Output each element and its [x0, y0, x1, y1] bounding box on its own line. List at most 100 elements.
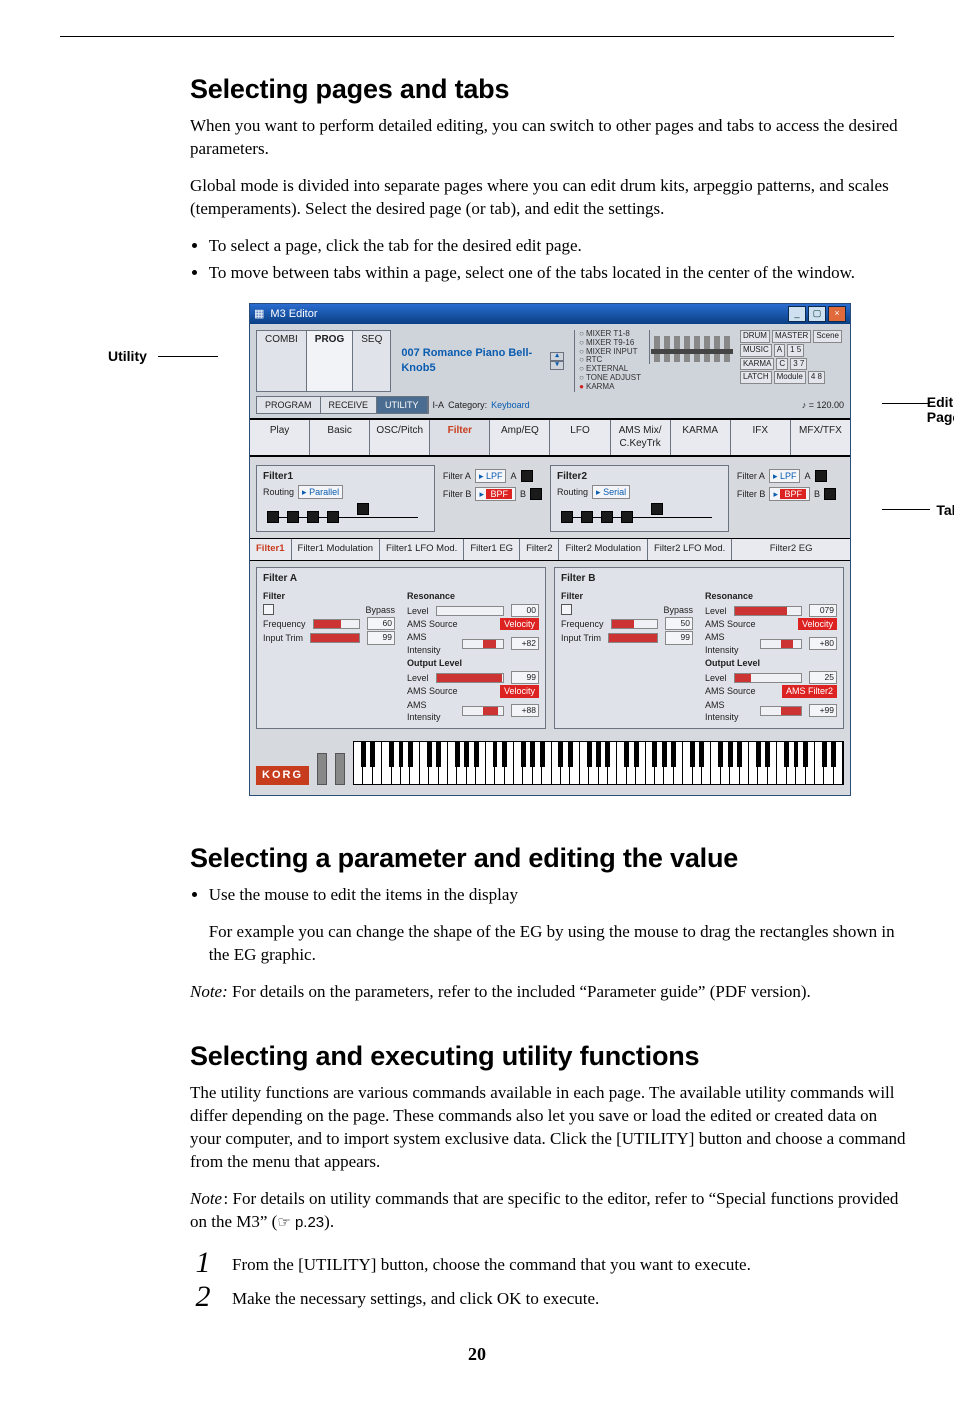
minimize-button[interactable]: _ [788, 306, 806, 322]
tab-filter1-eg[interactable]: Filter1 EG [464, 539, 520, 560]
mode-tab-combi[interactable]: COMBI [257, 331, 307, 391]
fb-out-amsint[interactable] [760, 706, 802, 716]
fa-out-level[interactable] [436, 673, 504, 683]
step-2-number: 2 [190, 1282, 216, 1312]
fb-res-amsint[interactable] [760, 639, 802, 649]
slider-bank[interactable] [649, 330, 734, 364]
fa-bypass-check[interactable] [263, 604, 274, 615]
fb-trim-slider[interactable] [608, 633, 658, 643]
filter1-box: Filter1 Routing ▸ Parallel [256, 465, 435, 533]
top-rule [60, 36, 894, 37]
fb-out-level[interactable] [734, 673, 802, 683]
ep-ifx[interactable]: IFX [731, 420, 791, 455]
tab-filter1-lfomod[interactable]: Filter1 LFO Mod. [380, 539, 464, 560]
ep-basic[interactable]: Basic [310, 420, 370, 455]
mode-bar: COMBI PROG SEQ 007 Romance Piano Bell-Kn… [250, 324, 850, 396]
step-1-text: From the [UTILITY] button, choose the co… [232, 1248, 910, 1277]
tab-filter1[interactable]: Filter1 [250, 539, 292, 560]
heading-selecting-pages: Selecting pages and tabs [190, 71, 910, 107]
util-tab-utility[interactable]: UTILITY [377, 397, 428, 413]
fa-out-amsint[interactable] [462, 706, 504, 716]
page-number: 20 [60, 1342, 894, 1366]
fb-bypass-check[interactable] [561, 604, 572, 615]
sec1-p2: Global mode is divided into separate pag… [190, 175, 910, 221]
filter1-b-type[interactable]: ▸ BPF [475, 487, 516, 501]
scene-chips: DRUMMASTERScene MUSICA1 5 KARMAC3 7 LATC… [738, 330, 844, 392]
fb-res-level[interactable] [734, 606, 802, 616]
program-title: 007 Romance Piano Bell-Knob5 ▴▾ [395, 330, 570, 392]
tempo: ♪ = 120.00 [802, 399, 844, 411]
ep-oscpitch[interactable]: OSC/Pitch [370, 420, 430, 455]
pitch-wheel[interactable] [317, 753, 327, 785]
sec1-p1: When you want to perform detailed editin… [190, 115, 910, 161]
filter-a-panel: Filter A Filter Bypass Frequency60 Input… [256, 567, 546, 729]
step-1-number: 1 [190, 1248, 216, 1278]
filter2-b-type[interactable]: ▸ BPF [769, 487, 810, 501]
window-titlebar: ▦ M3 Editor _ ▢ × [250, 304, 850, 324]
util-tab-receive[interactable]: RECEIVE [321, 397, 378, 413]
tab-filter1-mod[interactable]: Filter1 Modulation [292, 539, 381, 560]
step-2-text: Make the necessary settings, and click O… [232, 1282, 910, 1311]
tab-filter2-mod[interactable]: Filter2 Modulation [559, 539, 648, 560]
sec1-bullet-1: To select a page, click the tab for the … [209, 235, 910, 258]
ep-lfo[interactable]: LFO [550, 420, 610, 455]
filter1-eg-graph[interactable] [263, 503, 428, 523]
heading-utility-functions: Selecting and executing utility function… [190, 1038, 910, 1074]
ep-karma[interactable]: KARMA [671, 420, 731, 455]
ep-mfxtfx[interactable]: MFX/TFX [791, 420, 850, 455]
callout-utility: Utility [108, 347, 147, 366]
keyboard-row: KORG [250, 735, 850, 795]
virtual-keyboard[interactable] [353, 741, 844, 785]
filter-detail: Filter A Filter Bypass Frequency60 Input… [250, 561, 850, 735]
utility-bar: PROGRAM RECEIVE UTILITY I-A Category: Ke… [250, 396, 850, 418]
step-1: 1 From the [UTILITY] button, choose the … [190, 1248, 910, 1278]
sec1-bullet-2: To move between tabs within a page, sele… [209, 262, 910, 285]
sec3-note: Note : For details on utility commands t… [190, 1188, 910, 1234]
fb-freq-slider[interactable] [611, 619, 658, 629]
bank-label: I-A [433, 399, 445, 411]
close-button[interactable]: × [828, 306, 846, 322]
window-buttons: _ ▢ × [788, 306, 846, 322]
tabs-row: Filter1 Filter1 Modulation Filter1 LFO M… [250, 538, 850, 561]
mode-tabs: COMBI PROG SEQ [256, 330, 391, 392]
category-value[interactable]: Keyboard [491, 399, 530, 411]
mode-tab-seq[interactable]: SEQ [353, 331, 390, 391]
filter2-routing-select[interactable]: ▸ Serial [592, 485, 630, 499]
filter1-a-type[interactable]: ▸ LPF [475, 469, 507, 483]
editor-window: ▦ M3 Editor _ ▢ × COMBI PROG SEQ [249, 303, 851, 796]
filter-b-panel: Filter B Filter Bypass Frequency50 Input… [554, 567, 844, 729]
category-label: Category: [448, 399, 487, 411]
tab-filter2-eg[interactable]: Filter2 EG [732, 539, 850, 560]
sec3-p1: The utility functions are various comman… [190, 1082, 910, 1174]
fa-res-amssrc[interactable]: Velocity [500, 618, 539, 630]
mode-tab-prog[interactable]: PROG [307, 331, 353, 391]
util-tab-program[interactable]: PROGRAM [257, 397, 321, 413]
korg-logo: KORG [256, 766, 309, 785]
ep-filter[interactable]: Filter [430, 420, 490, 455]
filter2-a-type[interactable]: ▸ LPF [769, 469, 801, 483]
filter2-type-col: Filter A ▸ LPF A Filter B ▸ BPF B [729, 465, 844, 533]
maximize-button[interactable]: ▢ [808, 306, 826, 322]
step-2: 2 Make the necessary settings, and click… [190, 1282, 910, 1312]
mod-wheel[interactable] [335, 753, 345, 785]
filter1-routing-select[interactable]: ▸ Parallel [298, 485, 343, 499]
fa-out-amssrc[interactable]: Velocity [500, 685, 539, 697]
fa-res-amsint[interactable] [462, 639, 504, 649]
sec2-note: Note: For details on the parameters, ref… [190, 981, 910, 1004]
filter2-eg-graph[interactable] [557, 503, 722, 523]
filter1-type-col: Filter A ▸ LPF A Filter B ▸ BPF B [435, 465, 550, 533]
tab-filter2[interactable]: Filter2 [520, 539, 559, 560]
ep-ampeq[interactable]: Amp/EQ [490, 420, 550, 455]
tab-filter2-lfomod[interactable]: Filter2 LFO Mod. [648, 539, 732, 560]
ep-play[interactable]: Play [250, 420, 310, 455]
fb-out-amssrc[interactable]: AMS Filter2 [782, 685, 837, 697]
callout-line-utility [158, 356, 218, 357]
fa-res-level[interactable] [436, 606, 504, 616]
fa-freq-slider[interactable] [313, 619, 360, 629]
filter2-box: Filter2 Routing ▸ Serial [550, 465, 729, 533]
sec2-bullet: Use the mouse to edit the items in the d… [209, 884, 910, 907]
program-spinner[interactable]: ▴▾ [550, 352, 564, 370]
fa-trim-slider[interactable] [310, 633, 360, 643]
fb-res-amssrc[interactable]: Velocity [798, 618, 837, 630]
ep-amsmix[interactable]: AMS Mix/ C.KeyTrk [611, 420, 671, 455]
